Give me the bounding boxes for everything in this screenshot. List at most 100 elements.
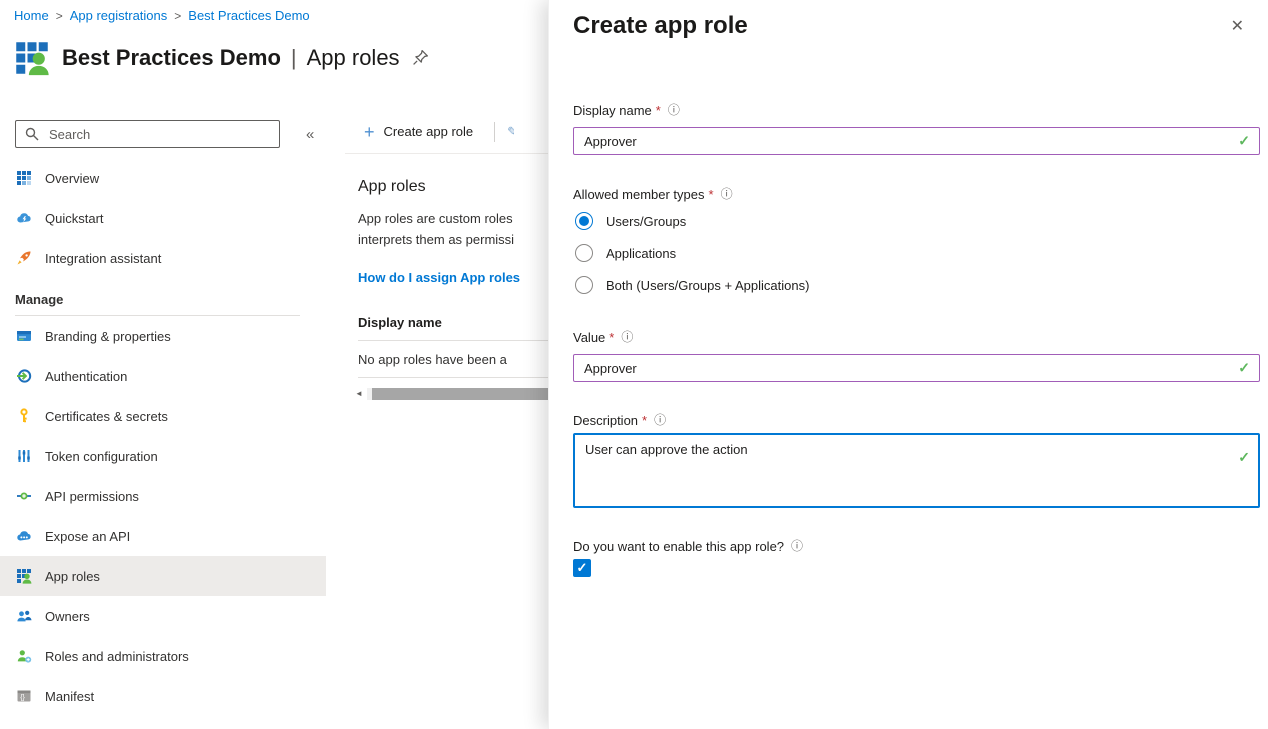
valid-checkmark-icon: ✓ — [1238, 133, 1250, 150]
pushpin-icon — [412, 49, 429, 66]
how-do-i-assign-app-roles-link[interactable]: How do I assign App roles — [358, 270, 548, 285]
sidebar-item-certificates-secrets[interactable]: Certificates & secrets — [0, 396, 326, 436]
search-box[interactable] — [15, 120, 280, 148]
radio-applications[interactable]: Applications — [573, 237, 1260, 269]
breadcrumb-separator-icon: > — [56, 9, 63, 23]
scroll-left-arrow-icon[interactable]: ◄ — [355, 389, 367, 398]
sidebar-item-label: Manifest — [45, 689, 94, 704]
branding-icon — [16, 328, 32, 344]
sidebar-item-expose-an-api[interactable]: Expose an API — [0, 516, 326, 556]
close-panel-button[interactable]: ✕ — [1225, 12, 1250, 40]
manifest-icon: {} — [16, 688, 32, 704]
key-icon — [16, 408, 32, 424]
radio-both[interactable]: Both (Users/Groups + Applications) — [573, 269, 1260, 301]
table-empty-message: No app roles have been a — [358, 341, 548, 378]
sidebar-item-label: Branding & properties — [45, 329, 171, 344]
toolbar-partial-icon[interactable]: ✎ — [507, 124, 514, 140]
create-app-role-button[interactable]: + Create app role — [358, 122, 479, 142]
breadcrumb-separator-icon: > — [174, 9, 181, 23]
required-asterisk: * — [609, 330, 614, 345]
svg-text:{}: {} — [20, 695, 25, 702]
app-roles-icon — [14, 40, 50, 76]
page-header: Best Practices Demo | App roles — [14, 40, 429, 76]
description-textarea[interactable]: User can approve the action — [573, 433, 1260, 508]
info-icon[interactable]: ⓘ — [791, 540, 803, 552]
sidebar-item-roles-and-administrators[interactable]: Roles and administrators — [0, 636, 326, 676]
sidebar-item-app-roles[interactable]: App roles — [0, 556, 326, 596]
horizontal-scrollbar[interactable]: ◄ — [355, 387, 548, 400]
sidebar-item-label: Certificates & secrets — [45, 409, 168, 424]
value-label-text: Value — [573, 330, 605, 345]
sidebar-item-label: Integration assistant — [45, 251, 161, 266]
valid-checkmark-icon: ✓ — [1238, 449, 1250, 466]
description-label: Description * ⓘ — [573, 412, 1260, 428]
scrollbar-track[interactable] — [367, 388, 548, 400]
radio-label: Both (Users/Groups + Applications) — [606, 278, 809, 293]
sidebar-item-label: Owners — [45, 609, 90, 624]
radio-button-icon — [575, 244, 593, 262]
table-header-display-name: Display name — [358, 315, 548, 341]
page-title-separator: | — [291, 45, 297, 71]
close-icon: ✕ — [1231, 18, 1244, 35]
roles-administrators-icon — [16, 648, 32, 664]
breadcrumb-best-practices-demo-link[interactable]: Best Practices Demo — [188, 8, 309, 23]
create-app-role-panel: Create app role ✕ Display name * ⓘ ✓ All… — [548, 0, 1268, 729]
create-app-role-label: Create app role — [384, 124, 474, 139]
command-bar-divider — [494, 122, 495, 142]
page-title-primary: Best Practices Demo — [62, 45, 281, 71]
rocket-icon — [16, 250, 32, 266]
owners-people-icon — [16, 608, 32, 624]
scrollbar-thumb[interactable] — [372, 388, 548, 400]
breadcrumb: Home > App registrations > Best Practice… — [14, 8, 310, 23]
value-input-wrap: ✓ — [573, 354, 1260, 382]
overview-grid-icon — [16, 170, 32, 186]
enable-app-role-label-text: Do you want to enable this app role? — [573, 539, 784, 554]
sidebar-item-owners[interactable]: Owners — [0, 596, 326, 636]
valid-checkmark-icon: ✓ — [1238, 360, 1250, 377]
info-icon[interactable]: ⓘ — [621, 331, 633, 343]
app-roles-description-line2: interprets them as permissi — [358, 229, 548, 250]
required-asterisk: * — [642, 413, 647, 428]
search-input[interactable] — [47, 126, 271, 143]
checkbox-check-icon: ✓ — [577, 560, 588, 576]
radio-label: Users/Groups — [606, 214, 686, 229]
sidebar: « Overview Quickstart Integration assist… — [0, 110, 326, 716]
collapse-sidebar-button[interactable]: « — [300, 125, 320, 144]
value-input[interactable] — [573, 354, 1260, 382]
search-icon — [24, 126, 40, 142]
enable-app-role-checkbox[interactable]: ✓ — [573, 559, 591, 577]
sidebar-item-label: Authentication — [45, 369, 127, 384]
required-asterisk: * — [709, 187, 714, 202]
sidebar-item-label: API permissions — [45, 489, 139, 504]
sidebar-item-branding-properties[interactable]: Branding & properties — [0, 316, 326, 356]
radio-button-icon — [575, 276, 593, 294]
sidebar-item-overview[interactable]: Overview — [0, 158, 326, 198]
info-icon[interactable]: ⓘ — [721, 188, 733, 200]
value-label: Value * ⓘ — [573, 329, 1260, 345]
sidebar-item-api-permissions[interactable]: API permissions — [0, 476, 326, 516]
info-icon[interactable]: ⓘ — [668, 104, 680, 116]
breadcrumb-home-link[interactable]: Home — [14, 8, 49, 23]
expose-api-cloud-icon — [16, 528, 32, 544]
sidebar-item-label: Quickstart — [45, 211, 104, 226]
enable-app-role-label: Do you want to enable this app role? ⓘ — [573, 538, 1260, 554]
sidebar-item-label: App roles — [45, 569, 100, 584]
sidebar-item-token-configuration[interactable]: Token configuration — [0, 436, 326, 476]
sidebar-item-quickstart[interactable]: Quickstart — [0, 198, 326, 238]
allowed-member-types-label-text: Allowed member types — [573, 187, 705, 202]
breadcrumb-app-registrations-link[interactable]: App registrations — [70, 8, 168, 23]
info-icon[interactable]: ⓘ — [654, 414, 666, 426]
radio-users-groups[interactable]: Users/Groups — [573, 205, 1260, 237]
sidebar-item-authentication[interactable]: Authentication — [0, 356, 326, 396]
panel-header: Create app role ✕ — [549, 0, 1268, 42]
pin-button[interactable] — [412, 49, 429, 69]
description-textarea-wrap: User can approve the action ✓ — [573, 433, 1260, 508]
sidebar-item-manifest[interactable]: {} Manifest — [0, 676, 326, 716]
sidebar-search-row: « — [15, 120, 326, 148]
sidebar-item-integration-assistant[interactable]: Integration assistant — [0, 238, 326, 278]
sliders-icon — [16, 448, 32, 464]
display-name-input-wrap: ✓ — [573, 127, 1260, 155]
app-roles-content: + Create app role ✎ App roles App roles … — [345, 110, 548, 729]
display-name-input[interactable] — [573, 127, 1260, 155]
allowed-member-types-label: Allowed member types * ⓘ — [573, 186, 1260, 202]
